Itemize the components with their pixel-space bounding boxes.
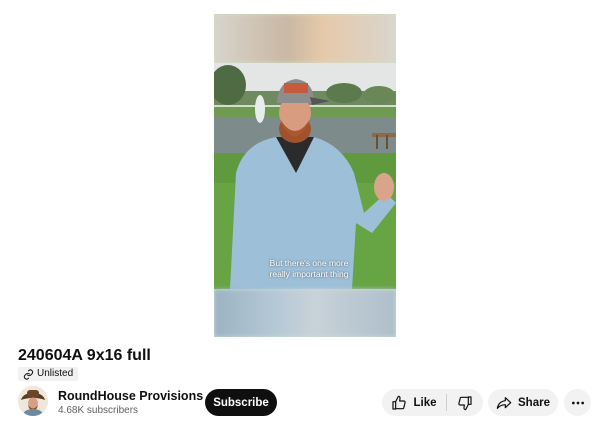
link-icon <box>23 368 34 380</box>
channel-avatar[interactable] <box>18 386 48 416</box>
share-button[interactable]: Share <box>488 389 558 416</box>
video-title: 240604A 9x16 full <box>18 347 151 364</box>
thumbs-up-icon <box>391 395 407 411</box>
caption-line-2: really important thing <box>269 269 349 279</box>
unlisted-badge: Unlisted <box>18 367 79 381</box>
dislike-button[interactable] <box>447 389 483 416</box>
caption-line-1: But there's one more <box>269 258 349 268</box>
like-label: Like <box>413 396 437 409</box>
share-label: Share <box>518 396 550 409</box>
video-caption: But there's one more really important th… <box>254 258 364 280</box>
blurred-bottom-region <box>214 289 396 337</box>
video-frame[interactable]: But there's one more really important th… <box>214 14 396 337</box>
subscribe-button[interactable]: Subscribe <box>205 389 277 416</box>
more-actions-button[interactable] <box>564 389 591 416</box>
share-arrow-icon <box>496 395 512 411</box>
unlisted-label: Unlisted <box>37 368 74 379</box>
video-player[interactable]: But there's one more really important th… <box>0 0 600 338</box>
thumbs-down-icon <box>457 395 473 411</box>
like-button[interactable]: Like <box>382 389 446 416</box>
blurred-top-region <box>214 14 396 63</box>
subscriber-count: 4.68K subscribers <box>58 405 139 416</box>
video-scene <box>214 63 396 289</box>
like-dislike-group: Like <box>382 389 483 416</box>
channel-name[interactable]: RoundHouse Provisions <box>58 389 203 403</box>
more-horizontal-icon <box>570 395 586 411</box>
